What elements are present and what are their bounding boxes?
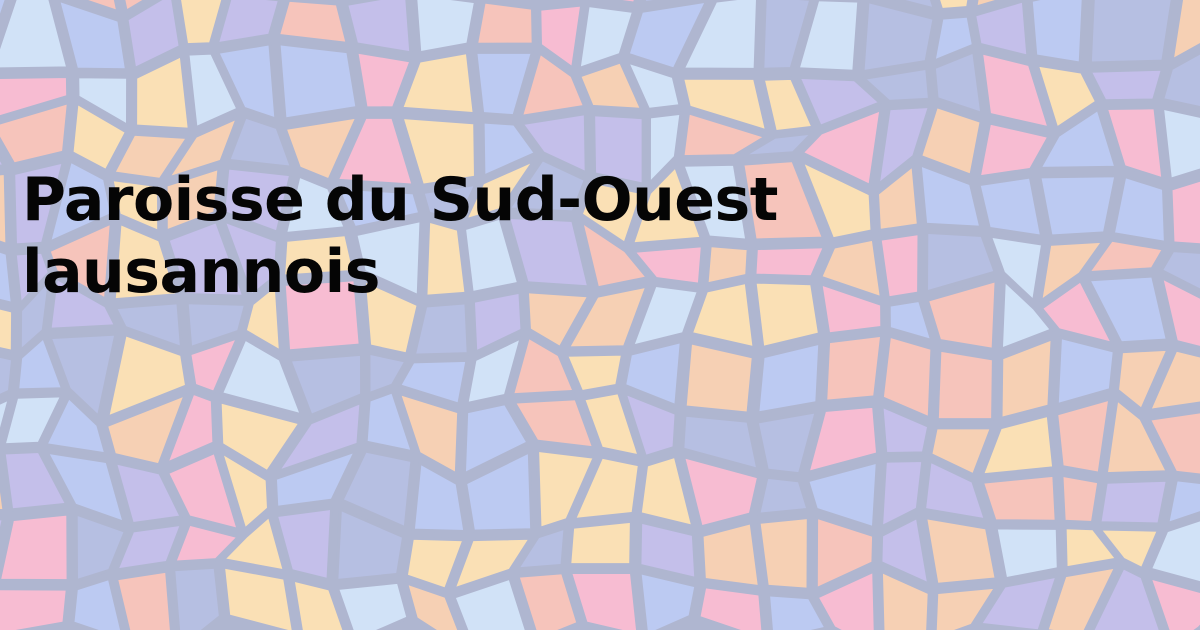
- light-veil: [0, 0, 1200, 630]
- title-line-1: Paroisse du Sud-Ouest: [22, 165, 778, 235]
- social-card: Paroisse du Sud-Ouest lausannois: [0, 0, 1200, 630]
- page-title: Paroisse du Sud-Ouest lausannois: [22, 164, 1172, 308]
- stained-glass-background: [0, 0, 1200, 630]
- title-line-2: lausannois: [22, 237, 380, 307]
